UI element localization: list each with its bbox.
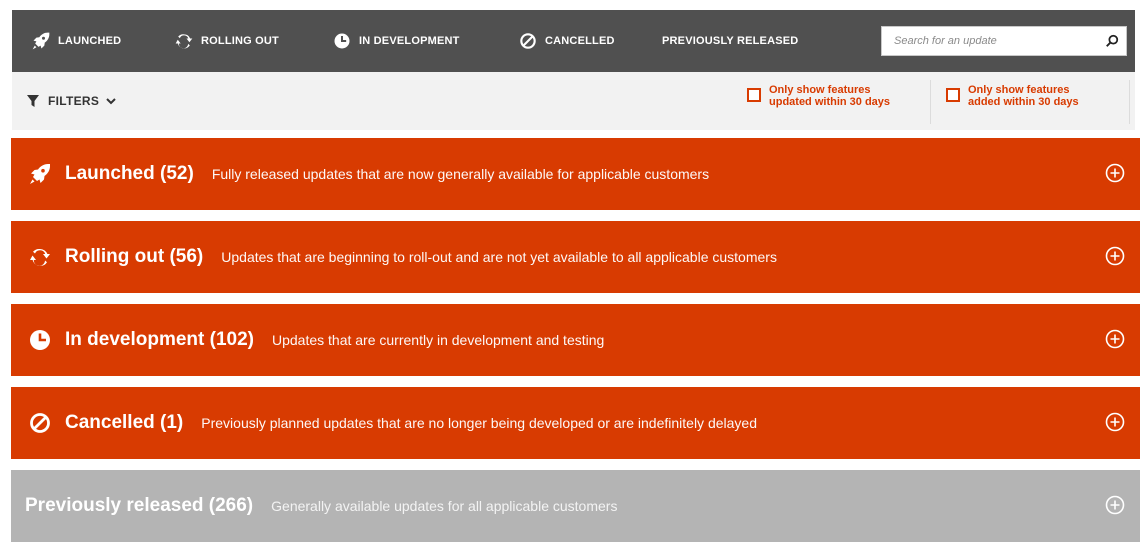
divider <box>1129 80 1130 124</box>
filter-added-30-days[interactable]: Only show features added within 30 days <box>946 84 1108 108</box>
rocket-icon <box>27 161 53 187</box>
section-description: Updates that are beginning to roll-out a… <box>221 249 777 265</box>
ban-icon <box>517 30 539 52</box>
clock-icon <box>27 327 53 353</box>
filter-added-label: Only show features added within 30 days <box>968 84 1108 108</box>
filter-updated-line2: updated within 30 days <box>769 96 891 108</box>
section-title: Cancelled (1) <box>65 412 184 433</box>
section-description: Updates that are currently in developmen… <box>272 332 605 348</box>
nav-rolling-out-label: ROLLING OUT <box>201 35 279 47</box>
section-title: Launched (52) <box>65 163 194 184</box>
filters-label: FILTERS <box>48 94 100 108</box>
search-box <box>881 26 1127 56</box>
nav-in-development-label: IN DEVELOPMENT <box>359 35 460 47</box>
expand-plus-icon[interactable] <box>1104 411 1126 433</box>
rocket-icon <box>30 30 52 52</box>
nav-cancelled-label: CANCELLED <box>545 35 615 47</box>
section-launched[interactable]: Launched (52) Fully released updates tha… <box>11 138 1140 210</box>
filter-updated-line1: Only show features <box>769 84 871 96</box>
nav-previously-released[interactable]: PREVIOUSLY RELEASED <box>662 10 798 72</box>
filter-added-line1: Only show features <box>968 84 1070 96</box>
filter-bar: FILTERS Only show features updated withi… <box>12 72 1135 130</box>
checkbox-added-30-days[interactable] <box>946 88 960 102</box>
nav-launched-label: LAUNCHED <box>58 35 122 47</box>
nav-cancelled[interactable]: CANCELLED <box>517 10 615 72</box>
section-description: Fully released updates that are now gene… <box>211 166 710 182</box>
section-description: Generally available updates for all appl… <box>271 498 618 514</box>
filter-updated-30-days[interactable]: Only show features updated within 30 day… <box>747 84 909 108</box>
nav-launched[interactable]: LAUNCHED <box>30 10 121 72</box>
funnel-icon <box>26 94 40 108</box>
expand-plus-icon[interactable] <box>1104 328 1126 350</box>
section-description: Previously planned updates that are no l… <box>201 415 757 431</box>
search-input[interactable] <box>882 27 1098 55</box>
search-icon[interactable] <box>1098 27 1126 55</box>
refresh-icon <box>173 30 195 52</box>
section-rolling-out[interactable]: Rolling out (56) Updates that are beginn… <box>11 221 1140 293</box>
filters-dropdown[interactable]: FILTERS <box>26 72 117 130</box>
refresh-icon <box>27 244 53 270</box>
expand-plus-icon[interactable] <box>1104 494 1126 516</box>
section-title: Previously released (266) <box>25 495 254 516</box>
nav-previously-released-label: PREVIOUSLY RELEASED <box>662 35 799 47</box>
section-in-development[interactable]: In development (102) Updates that are cu… <box>11 304 1140 376</box>
section-cancelled[interactable]: Cancelled (1) Previously planned updates… <box>11 387 1140 459</box>
section-title: In development (102) <box>65 329 254 350</box>
nav-rolling-out[interactable]: ROLLING OUT <box>173 10 279 72</box>
section-title: Rolling out (56) <box>65 246 204 267</box>
checkbox-updated-30-days[interactable] <box>747 88 761 102</box>
expand-plus-icon[interactable] <box>1104 162 1126 184</box>
ban-icon <box>27 410 53 436</box>
filter-added-line2: added within 30 days <box>968 96 1079 108</box>
top-nav: LAUNCHED ROLLING OUT IN DEVELOPMENT CANC… <box>12 10 1135 72</box>
chevron-down-icon <box>105 95 117 107</box>
expand-plus-icon[interactable] <box>1104 245 1126 267</box>
nav-in-development[interactable]: IN DEVELOPMENT <box>331 10 460 72</box>
clock-icon <box>331 30 353 52</box>
section-previously-released[interactable]: Previously released (266) Generally avai… <box>11 470 1140 542</box>
divider <box>930 80 931 124</box>
filter-updated-label: Only show features updated within 30 day… <box>769 84 909 108</box>
